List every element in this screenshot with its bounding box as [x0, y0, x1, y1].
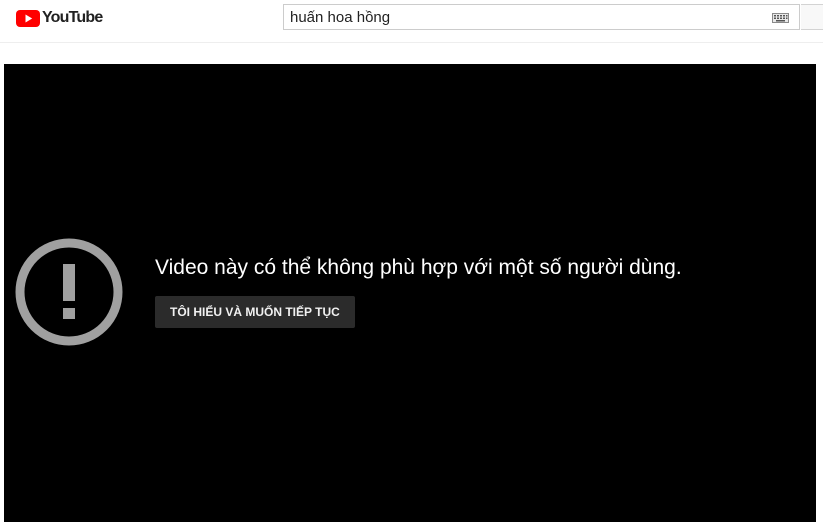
understand-continue-button[interactable]: TÔI HIỂU VÀ MUỐN TIẾP TỤC: [155, 296, 355, 328]
logo-text: YouTube: [42, 9, 103, 26]
play-logo-icon: [16, 9, 40, 27]
search-button[interactable]: [801, 4, 823, 30]
masthead: YouTube: [0, 0, 823, 43]
content-warning-message: Video này có thể không phù hợp với một s…: [155, 256, 682, 279]
search-box[interactable]: [283, 4, 800, 30]
exclamation-circle-icon: [15, 238, 123, 346]
video-player[interactable]: Video này có thể không phù hợp với một s…: [4, 64, 816, 522]
youtube-logo[interactable]: YouTube: [16, 9, 103, 27]
keyboard-icon[interactable]: [772, 13, 789, 23]
search-input[interactable]: [284, 5, 764, 29]
